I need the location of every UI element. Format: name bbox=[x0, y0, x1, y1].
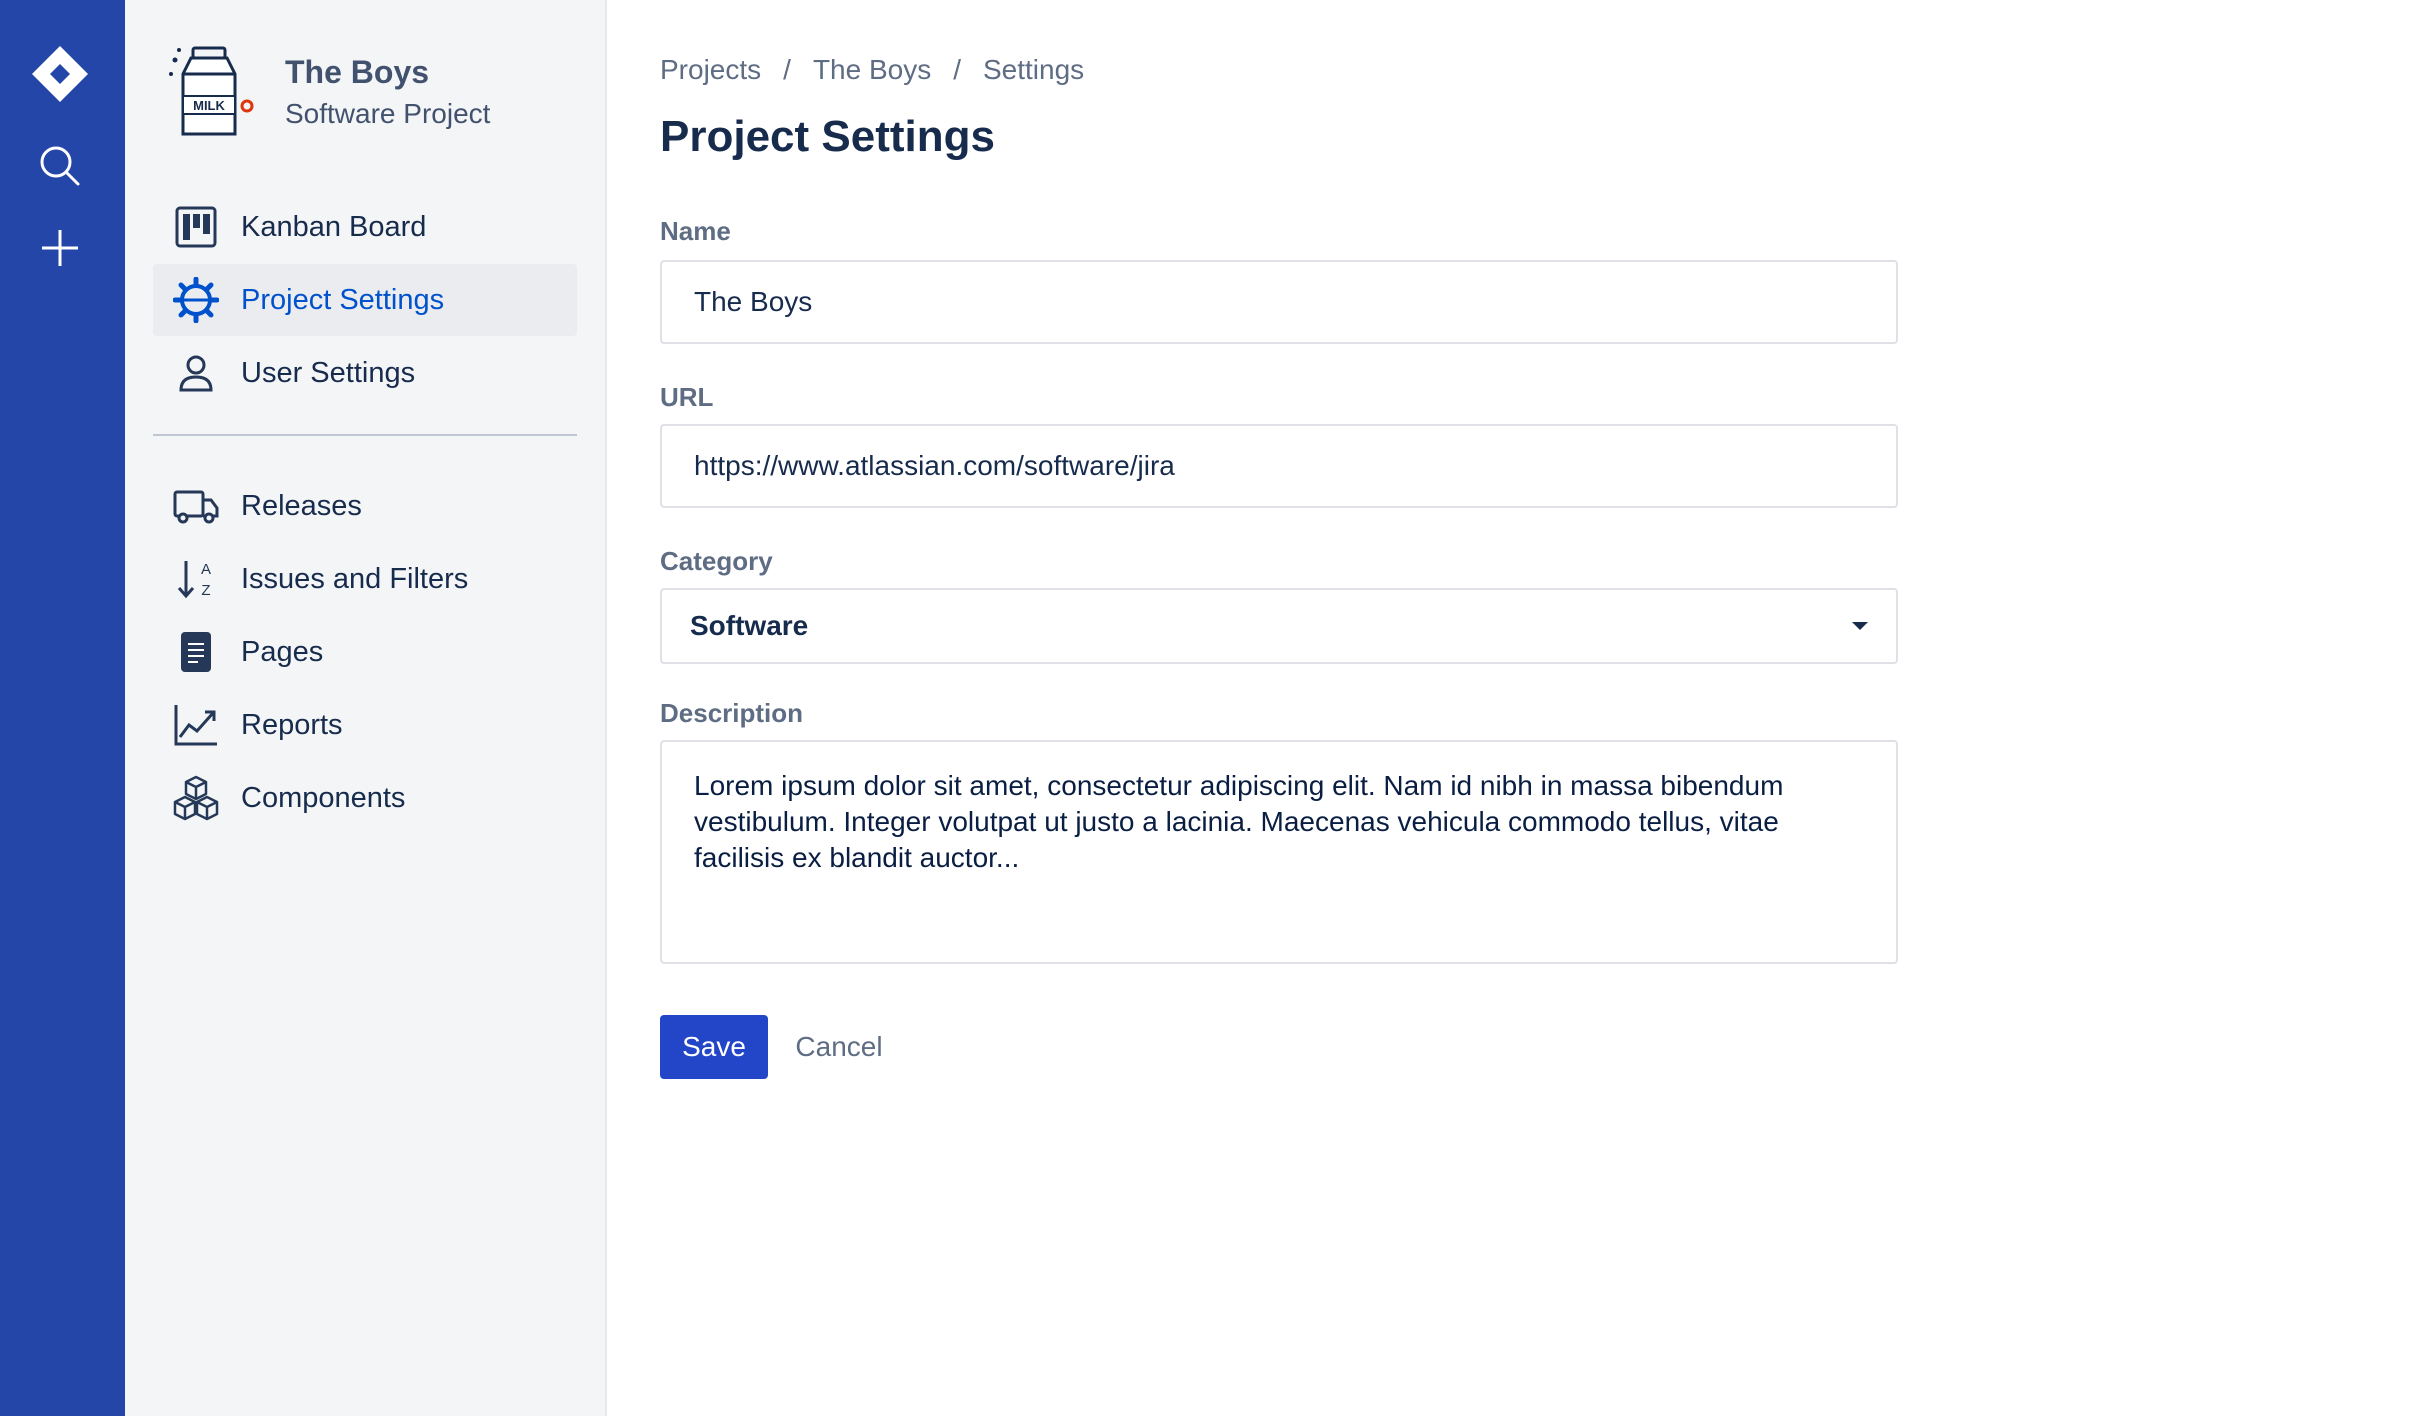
sidebar-item-label: Project Settings bbox=[241, 283, 445, 316]
gear-icon bbox=[171, 275, 221, 325]
sidebar-item-label: Kanban Board bbox=[241, 210, 427, 243]
project-type: Software Project bbox=[285, 98, 491, 129]
project-sidebar: MILK The Boys Software Project Kanban Bo… bbox=[125, 0, 607, 1416]
sidebar-item-project-settings[interactable]: Project Settings bbox=[153, 264, 577, 336]
save-button[interactable]: Save bbox=[660, 1015, 768, 1079]
plus-icon[interactable] bbox=[20, 208, 100, 288]
sidebar-item-components[interactable]: Components bbox=[153, 762, 577, 834]
sidebar-item-label: Components bbox=[241, 781, 406, 814]
sidebar-item-label: Pages bbox=[241, 635, 324, 668]
breadcrumb: Projects / The Boys / Settings bbox=[660, 54, 1084, 86]
breadcrumb-separator: / bbox=[953, 54, 961, 85]
name-input[interactable] bbox=[660, 260, 1898, 344]
breadcrumb-project-link[interactable]: The Boys bbox=[813, 54, 931, 86]
svg-text:Z: Z bbox=[201, 582, 210, 599]
sidebar-item-reports[interactable]: Reports bbox=[153, 689, 577, 761]
project-name: The Boys bbox=[285, 54, 430, 90]
name-label: Name bbox=[660, 216, 731, 246]
breadcrumb-separator: / bbox=[783, 54, 791, 85]
sidebar-item-user-settings[interactable]: User Settings bbox=[153, 337, 577, 409]
kanban-board-icon bbox=[171, 202, 221, 252]
category-select[interactable]: Software bbox=[660, 588, 1898, 664]
cubes-icon bbox=[171, 773, 221, 823]
truck-icon bbox=[171, 481, 221, 531]
sidebar-item-pages[interactable]: Pages bbox=[153, 616, 577, 688]
project-header: MILK The Boys Software Project bbox=[165, 44, 490, 140]
category-label: Category bbox=[660, 546, 773, 576]
page-title: Project Settings bbox=[660, 112, 995, 161]
sidebar-item-label: Issues and Filters bbox=[241, 562, 469, 595]
sidebar-item-issues-and-filters[interactable]: A Z Issues and Filters bbox=[153, 543, 577, 615]
breadcrumb-settings-link[interactable]: Settings bbox=[983, 54, 1084, 86]
sidebar-item-kanban-board[interactable]: Kanban Board bbox=[153, 191, 577, 263]
global-nav bbox=[0, 0, 125, 1416]
user-icon bbox=[171, 348, 221, 398]
search-icon[interactable] bbox=[20, 126, 100, 206]
chevron-down-icon bbox=[1852, 622, 1868, 630]
svg-text:A: A bbox=[201, 561, 211, 578]
jira-logo-icon[interactable] bbox=[20, 34, 100, 114]
milk-carton-icon: MILK bbox=[165, 44, 257, 140]
breadcrumb-projects-link[interactable]: Projects bbox=[660, 54, 761, 86]
description-label: Description bbox=[660, 698, 804, 728]
chart-line-icon bbox=[171, 700, 221, 750]
sort-az-icon: A Z bbox=[171, 554, 221, 604]
sidebar-item-label: Releases bbox=[241, 489, 362, 522]
category-selected-value: Software bbox=[690, 610, 809, 641]
sidebar-item-label: User Settings bbox=[241, 356, 416, 389]
sidebar-item-label: Reports bbox=[241, 708, 343, 741]
sidebar-item-releases[interactable]: Releases bbox=[153, 470, 577, 542]
page-icon bbox=[171, 627, 221, 677]
sidebar-divider bbox=[153, 434, 577, 436]
url-label: URL bbox=[660, 382, 714, 412]
description-textarea[interactable]: Lorem ipsum dolor sit amet, consectetur … bbox=[660, 740, 1898, 964]
cancel-button[interactable]: Cancel bbox=[786, 1015, 892, 1079]
avatar-text: MILK bbox=[193, 98, 225, 113]
url-input[interactable] bbox=[660, 424, 1898, 508]
